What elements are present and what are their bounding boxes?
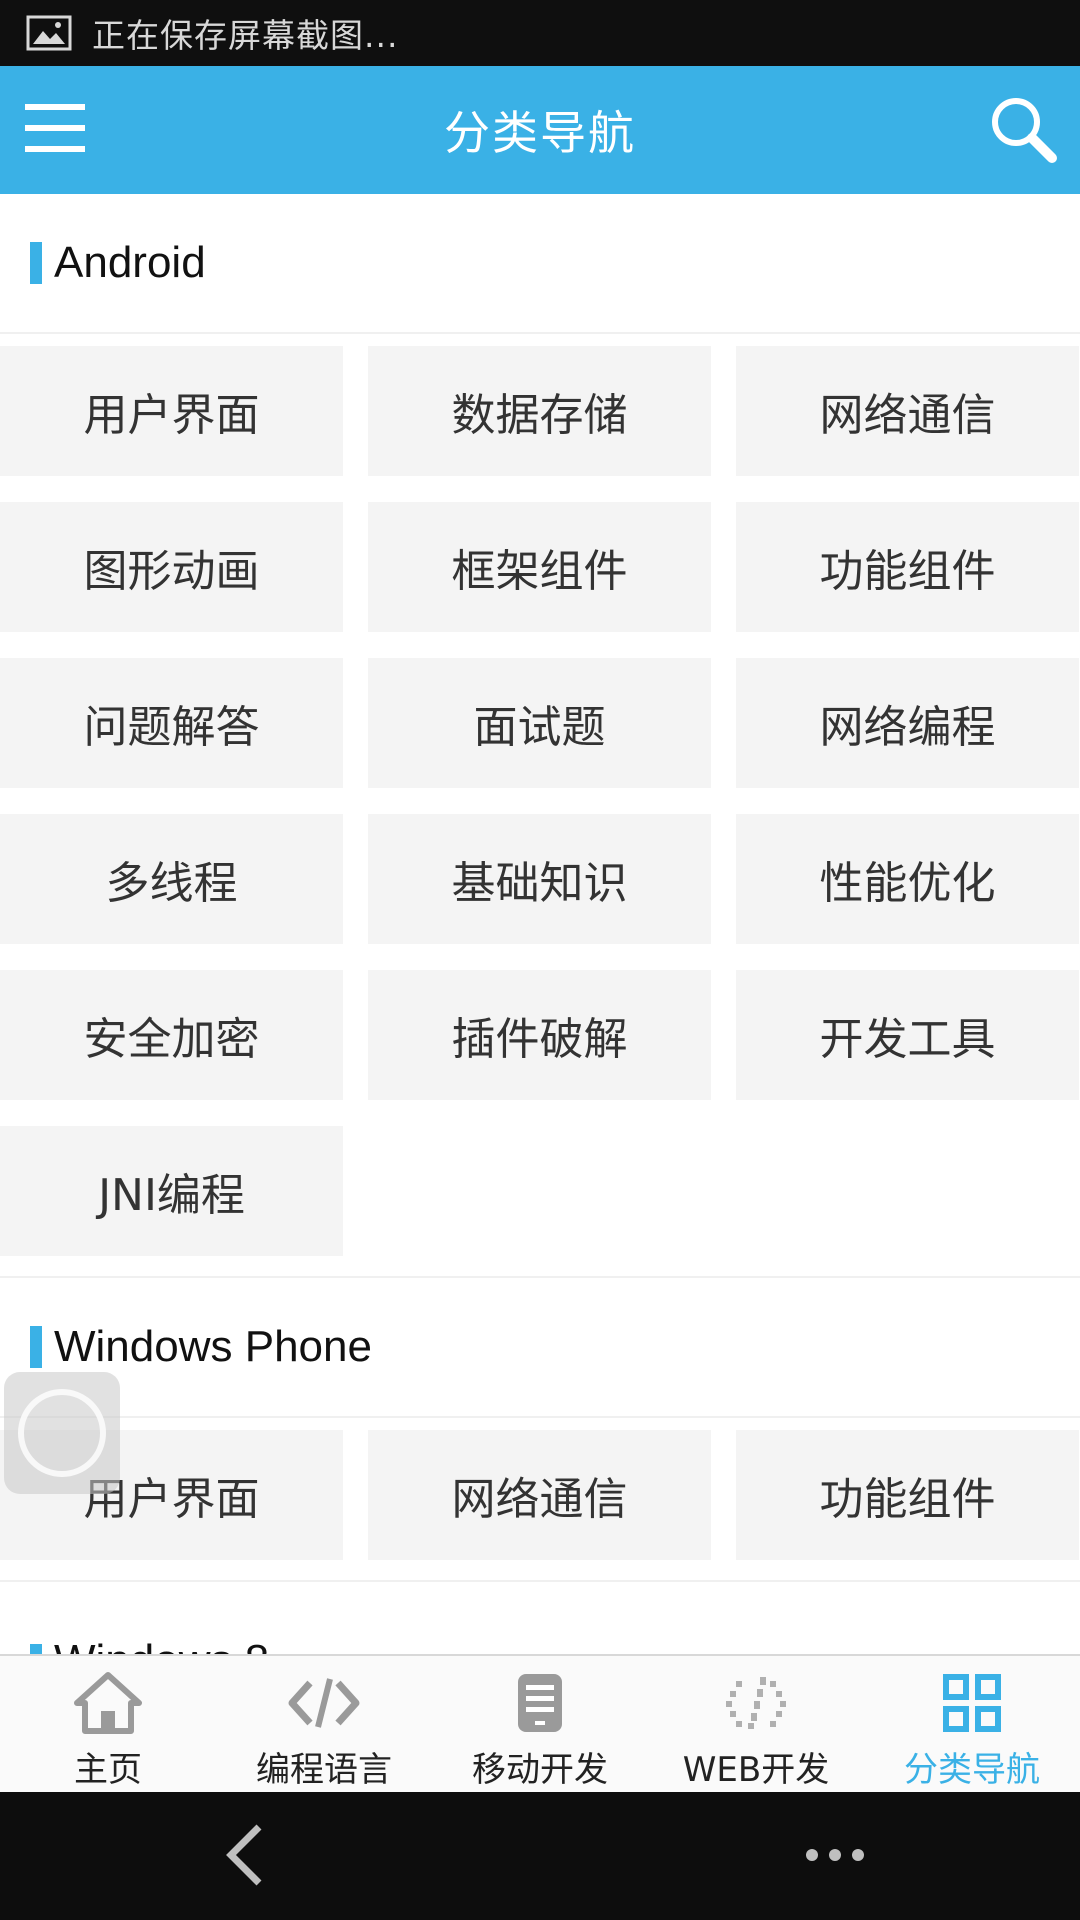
- category-tile[interactable]: 网络通信: [368, 1430, 711, 1560]
- section-header: Windows 8: [0, 1582, 1080, 1654]
- tab-mobile-dev[interactable]: 移动开发: [432, 1656, 648, 1792]
- tab-label: 主页: [74, 1750, 142, 1790]
- search-icon: [988, 94, 1058, 168]
- code-icon: [288, 1670, 360, 1736]
- more-button[interactable]: [800, 1832, 870, 1882]
- page-title: 分类导航: [444, 106, 636, 160]
- tab-label: WEB开发: [682, 1750, 830, 1790]
- category-tile[interactable]: 开发工具: [736, 970, 1079, 1100]
- category-tile[interactable]: 基础知识: [368, 814, 711, 944]
- section-title: Windows Phone: [54, 1322, 372, 1371]
- section-marker: [30, 1326, 42, 1368]
- category-tile[interactable]: 插件破解: [368, 970, 711, 1100]
- section-marker: [30, 1644, 42, 1654]
- more-dots-icon: [804, 1847, 866, 1867]
- home-icon: [72, 1670, 144, 1736]
- back-button[interactable]: [210, 1822, 280, 1892]
- section-title: Windows 8: [54, 1636, 269, 1654]
- app-bar: 分类导航: [0, 66, 1080, 194]
- tab-web-dev[interactable]: WEB开发: [648, 1656, 864, 1792]
- phone-icon: [504, 1670, 576, 1736]
- category-tile[interactable]: JNI编程: [0, 1126, 343, 1256]
- category-content[interactable]: Android 用户界面 数据存储 网络通信 图形动画 框架组件 功能组件 问题…: [0, 194, 1080, 1654]
- tab-label: 编程语言: [256, 1750, 392, 1790]
- assistive-ring-icon: [18, 1389, 106, 1477]
- category-tile[interactable]: 安全加密: [0, 970, 343, 1100]
- web-code-icon: [720, 1670, 792, 1736]
- category-grid: 用户界面 数据存储 网络通信 图形动画 框架组件 功能组件 问题解答 面试题 网…: [0, 334, 1080, 1278]
- system-nav-bar: [0, 1792, 1080, 1920]
- category-tile[interactable]: 网络通信: [736, 346, 1079, 476]
- menu-button[interactable]: [20, 96, 90, 164]
- category-grid: 用户界面 网络通信 功能组件: [0, 1418, 1080, 1582]
- category-tile[interactable]: 框架组件: [368, 502, 711, 632]
- section-windows-8: Windows 8: [0, 1582, 1080, 1654]
- tab-label: 分类导航: [904, 1750, 1040, 1790]
- grid-icon: [936, 1670, 1008, 1736]
- bottom-tab-bar: 主页 编程语言 移动开发 WEB开发 分类导航: [0, 1654, 1080, 1792]
- category-tile[interactable]: 数据存储: [368, 346, 711, 476]
- category-tile[interactable]: 用户界面: [0, 346, 343, 476]
- tab-programming-language[interactable]: 编程语言: [216, 1656, 432, 1792]
- tab-label: 移动开发: [472, 1750, 608, 1790]
- status-bar: 正在保存屏幕截图...: [0, 0, 1080, 66]
- search-button[interactable]: [986, 94, 1060, 168]
- section-header: Android: [0, 194, 1080, 334]
- category-tile[interactable]: 功能组件: [736, 502, 1079, 632]
- section-marker: [30, 242, 42, 284]
- category-tile[interactable]: 面试题: [368, 658, 711, 788]
- tab-home[interactable]: 主页: [0, 1656, 216, 1792]
- tab-category-nav[interactable]: 分类导航: [864, 1656, 1080, 1792]
- category-tile[interactable]: 图形动画: [0, 502, 343, 632]
- section-windows-phone: Windows Phone 用户界面 网络通信 功能组件: [0, 1278, 1080, 1582]
- image-icon: [26, 15, 72, 51]
- category-tile[interactable]: 性能优化: [736, 814, 1079, 944]
- floating-assistive-button[interactable]: [4, 1372, 120, 1494]
- category-tile[interactable]: 功能组件: [736, 1430, 1079, 1560]
- section-android: Android 用户界面 数据存储 网络通信 图形动画 框架组件 功能组件 问题…: [0, 194, 1080, 1278]
- back-arrow-icon: [225, 1823, 265, 1891]
- section-title: Android: [54, 238, 206, 287]
- section-header: Windows Phone: [0, 1278, 1080, 1418]
- status-text: 正在保存屏幕截图...: [92, 16, 399, 55]
- menu-icon: [23, 100, 87, 160]
- category-tile[interactable]: 问题解答: [0, 658, 343, 788]
- category-tile[interactable]: 网络编程: [736, 658, 1079, 788]
- category-tile[interactable]: 多线程: [0, 814, 343, 944]
